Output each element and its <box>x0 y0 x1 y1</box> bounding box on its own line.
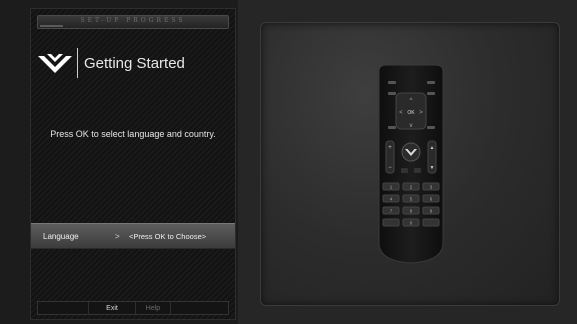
minus-icon: − <box>388 165 392 171</box>
mute-button <box>401 168 408 173</box>
page-header: Getting Started <box>37 45 229 81</box>
vizio-v-logo-icon <box>38 54 72 73</box>
up-arrow-icon: ^ <box>410 98 413 104</box>
remote-button <box>427 92 435 95</box>
illustration-panel: ^ < > v OK + − ▲ ▼ 1234567890 <box>238 0 577 324</box>
remote-button <box>427 81 435 84</box>
exit-button[interactable]: Exit <box>89 302 136 314</box>
progress-fill <box>40 25 63 27</box>
remote-button <box>427 126 435 129</box>
remote-display-frame: ^ < > v OK + − ▲ ▼ 1234567890 <box>260 22 560 306</box>
menu-item-language[interactable]: Language > <Press OK to Choose> <box>31 223 235 249</box>
chevron-right-icon: > <box>115 231 120 241</box>
up-arrow-icon: ▲ <box>430 145 435 151</box>
down-arrow-icon: ▼ <box>430 165 435 171</box>
vizio-button <box>401 142 421 162</box>
instruction-text: Press OK to select language and country. <box>50 129 216 139</box>
footer-spacer <box>38 302 89 314</box>
header-divider <box>77 48 78 78</box>
keypad-button <box>422 218 440 227</box>
remote-button <box>388 81 396 84</box>
menu-item-value: <Press OK to Choose> <box>129 231 207 241</box>
menu-item-label: Language <box>43 231 79 241</box>
help-button[interactable]: Help <box>136 302 171 314</box>
progress-label: SET-UP PROGRESS <box>80 17 186 24</box>
remote-button <box>388 126 396 129</box>
plus-icon: + <box>388 145 392 151</box>
footer-bar: Exit Help <box>37 301 229 315</box>
left-arrow-icon: < <box>399 110 403 116</box>
keypad-button <box>382 218 400 227</box>
footer-spacer <box>171 302 228 314</box>
page-title: Getting Started <box>84 54 185 72</box>
right-arrow-icon: > <box>419 110 423 116</box>
down-arrow-icon: v <box>410 123 413 129</box>
setup-progress-bar: SET-UP PROGRESS <box>37 15 229 29</box>
wide-button <box>414 168 421 173</box>
setup-panel: SET-UP PROGRESS Getting Started Press OK… <box>30 8 236 320</box>
remote-control-illustration: ^ < > v OK + − ▲ ▼ 1 2 34 5 67 8 90 <box>378 64 444 264</box>
ok-button-label: OK <box>407 110 415 116</box>
remote-button <box>388 92 396 95</box>
